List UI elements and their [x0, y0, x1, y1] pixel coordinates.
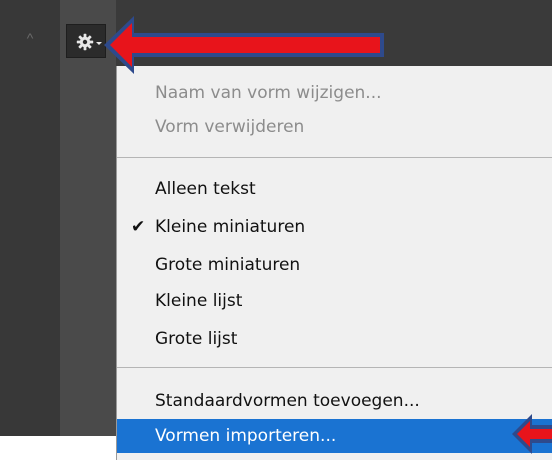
menu-item-large-thumbnails[interactable]: Grote miniaturen [117, 248, 552, 282]
menu-item-small-list[interactable]: Kleine lijst [117, 284, 552, 318]
bottom-margin [0, 436, 116, 460]
menu-item-label: Alleen tekst [155, 179, 256, 199]
menu-separator [117, 367, 552, 368]
menu-item-label: Kleine miniaturen [155, 217, 306, 237]
panel-left-strip: ^ [0, 0, 60, 436]
menu-item-label: Vormen importeren... [155, 426, 337, 446]
scroll-up-icon[interactable]: ^ [22, 30, 38, 46]
menu-item-label: Grote miniaturen [155, 255, 301, 275]
menu-item-label: Standaardvormen toevoegen... [155, 391, 420, 411]
annotation-arrow-icon [512, 414, 552, 454]
menu-item-import-shapes[interactable]: Vormen importeren... [117, 419, 552, 453]
menu-item-label: Naam van vorm wijzigen... [155, 83, 382, 103]
menu-item-small-thumbnails[interactable]: ✔ Kleine miniaturen [117, 210, 552, 244]
menu-item-text-only[interactable]: Alleen tekst [117, 172, 552, 206]
menu-item-rename-shape: Naam van vorm wijzigen... [117, 76, 552, 110]
menu-separator [117, 157, 552, 158]
gear-icon [76, 33, 94, 51]
menu-item-label: Grote lijst [155, 329, 238, 349]
menu-item-large-list[interactable]: Grote lijst [117, 322, 552, 356]
checkmark-icon: ✔ [131, 217, 146, 237]
screenshot-stage: ^ Naam van vorm wijzigen... Vorm verwijd… [0, 0, 552, 460]
menu-item-label: Kleine lijst [155, 291, 243, 311]
menu-item-label: Vorm verwijderen [155, 117, 305, 137]
menu-item-delete-shape: Vorm verwijderen [117, 110, 552, 144]
panel-options-menu: Naam van vorm wijzigen... Vorm verwijder… [116, 66, 552, 460]
annotation-arrow-icon [104, 16, 384, 74]
menu-item-add-default-shapes[interactable]: Standaardvormen toevoegen... [117, 384, 552, 418]
